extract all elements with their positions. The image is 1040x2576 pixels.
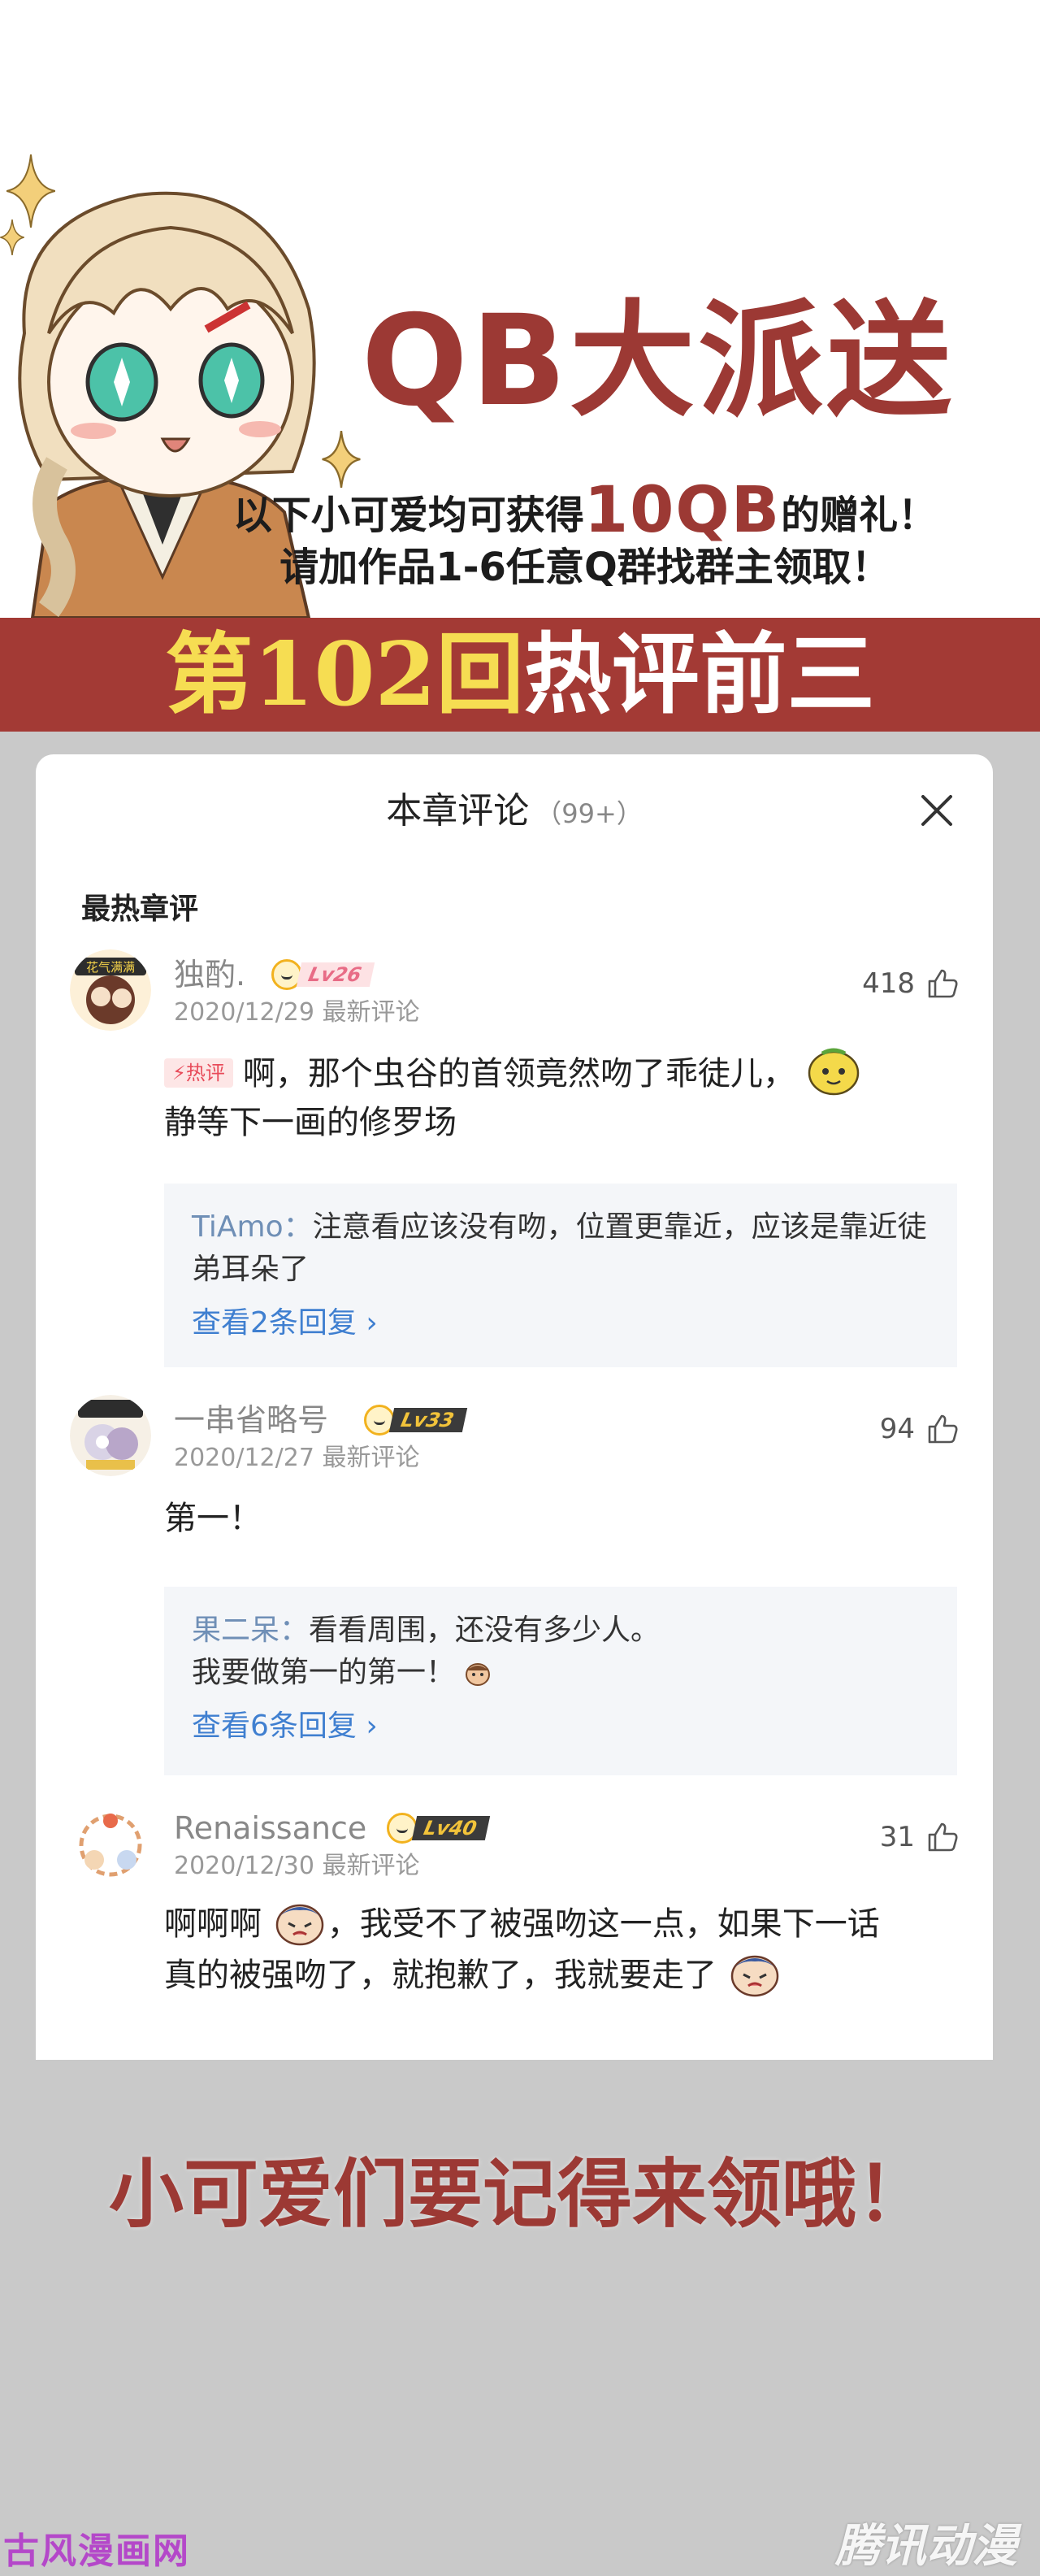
crying-face-emoji-icon — [275, 1904, 323, 1946]
avatar[interactable] — [70, 1803, 151, 1884]
level-text: Lv26 — [296, 962, 375, 987]
ranking-bar: 第102回热评前三 — [0, 618, 1040, 732]
view-replies-text: 查看2条回复 — [192, 1306, 357, 1340]
view-replies-text: 查看6条回复 — [192, 1709, 357, 1743]
reply-username[interactable]: TiAmo： — [192, 1210, 313, 1244]
panel-title-text: 本章评论 — [386, 790, 530, 832]
face-emoji-icon — [466, 1663, 491, 1686]
comment-username[interactable]: 一串省略号 — [174, 1400, 328, 1440]
comment-panel: 本章评论 （99+） 最热章评 花气满满 独酌. Lv26 2020/12/29 … — [36, 754, 993, 2060]
thumbs-up-icon — [928, 969, 958, 998]
level-text: Lv40 — [411, 1816, 491, 1840]
comment-body: 第一！ — [164, 1494, 968, 1543]
panel-header: 本章评论 （99+） — [36, 754, 993, 868]
reply-username[interactable]: 果二呆： — [192, 1614, 309, 1647]
comment-text: 啊，那个虫谷的首领竟然吻了乖徒儿， — [242, 1055, 795, 1093]
comment-body: 啊啊啊 ，我受不了被强吻这一点，如果下一话真的被强吻了，就抱歉了，我就要走了 — [164, 1897, 968, 2000]
level-text: Lv33 — [388, 1408, 468, 1432]
promo-subline-reward: 以下小可爱均可获得10QB的赠礼！ — [171, 479, 999, 546]
comment-date: 2020/12/30 最新评论 — [174, 1852, 420, 1880]
comment-text: 啊啊啊 — [164, 1905, 262, 1943]
panel-title: 本章评论 （99+） — [36, 785, 993, 840]
comment-item: 花气满满 独酌. Lv26 2020/12/29 最新评论 418 ⚡热评 啊，那… — [36, 949, 993, 1367]
section-label: 最热章评 — [81, 893, 199, 926]
comment-username[interactable]: Renaissance — [174, 1808, 366, 1848]
watermark-right: 腾讯动漫 — [835, 2520, 1017, 2573]
comment-item: 一串省略号 Lv33 2020/12/27 最新评论 94 第一！ 果二呆：看看… — [36, 1395, 993, 1775]
chevron-right-icon: › — [366, 1306, 378, 1340]
like-button[interactable]: 418 — [862, 967, 959, 1000]
like-button[interactable]: 94 — [880, 1413, 959, 1445]
promo-headline: QB大派送 — [361, 289, 956, 434]
reply-item-continued: 我要做第一的第一！ — [192, 1652, 930, 1694]
level-badge: Lv40 — [387, 1813, 491, 1844]
hot-comment-badge: ⚡热评 — [164, 1058, 233, 1088]
ranking-episode: 第102回 — [165, 623, 524, 726]
subline-prefix: 以下小可爱均可获得 — [232, 493, 584, 538]
comment-body: ⚡热评 啊，那个虫谷的首领竟然吻了乖徒儿， 静等下一画的修罗场 — [164, 1047, 968, 1147]
comment-date: 2020/12/29 最新评论 — [174, 998, 420, 1027]
like-button[interactable]: 31 — [880, 1821, 959, 1853]
thumbs-up-icon — [928, 1414, 958, 1444]
avatar[interactable] — [70, 1395, 151, 1476]
ranking-title: 第102回热评前三 — [0, 618, 1040, 732]
reply-text-continued: 我要做第一的第一！ — [192, 1656, 456, 1689]
comment-text: 第一！ — [164, 1500, 262, 1537]
reply-text: 看看周围，还没有多少人。 — [309, 1614, 661, 1647]
promo-subline-instructions: 请加作品1-6任意Q群找群主领取！ — [280, 545, 890, 590]
view-replies-link[interactable]: 查看2条回复 › — [192, 1302, 930, 1344]
reminder-text: 小可爱们要记得来领哦！ — [108, 2151, 931, 2238]
comment-item: Renaissance Lv40 2020/12/30 最新评论 31 啊啊啊 … — [36, 1803, 993, 2060]
watermark-left: 古风漫画网 — [3, 2530, 190, 2572]
view-replies-link[interactable]: 查看6条回复 › — [192, 1705, 930, 1748]
reward-amount: 10QB — [583, 474, 782, 547]
like-count: 31 — [879, 1821, 915, 1853]
reply-box: TiAmo：注意看应该没有吻，位置更靠近，应该是靠近徒弟耳朵了 查看2条回复 › — [164, 1184, 957, 1367]
reply-item: TiAmo：注意看应该没有吻，位置更靠近，应该是靠近徒弟耳朵了 — [192, 1206, 930, 1291]
thumbs-up-icon — [928, 1822, 958, 1852]
hot-badge-text: 热评 — [185, 1062, 225, 1084]
comment-count: （99+） — [535, 798, 643, 829]
comment-text-continued: 真的被强吻了，就抱歉了，我就要走了 — [164, 1957, 717, 1994]
like-count: 94 — [879, 1413, 915, 1445]
level-badge: Lv33 — [364, 1405, 468, 1436]
subline-suffix: 的赠礼！ — [781, 493, 938, 538]
reply-item: 果二呆：看看周围，还没有多少人。 — [192, 1609, 930, 1652]
like-count: 418 — [862, 967, 915, 1000]
lemon-face-emoji-icon — [808, 1048, 859, 1096]
reply-box: 果二呆：看看周围，还没有多少人。 我要做第一的第一！ 查看6条回复 › — [164, 1587, 957, 1775]
comment-date: 2020/12/27 最新评论 — [174, 1444, 420, 1472]
chevron-right-icon: › — [366, 1709, 378, 1743]
ranking-label: 热评前三 — [523, 623, 875, 726]
promo-banner: QB大派送 以下小可爱均可获得10QB的赠礼！ 请加作品1-6任意Q群找群主领取… — [0, 0, 1040, 732]
level-badge: Lv26 — [271, 959, 375, 990]
close-icon[interactable] — [916, 790, 957, 831]
comment-text-continued: 静等下一画的修罗场 — [164, 1104, 457, 1141]
comment-username[interactable]: 独酌. — [174, 954, 245, 995]
crying-face-emoji-icon — [730, 1955, 778, 1997]
avatar[interactable]: 花气满满 — [70, 949, 151, 1031]
comment-text-continued: ，我受不了被强吻这一点，如果下一话 — [327, 1905, 880, 1943]
avatar-badge: 花气满满 — [86, 960, 135, 975]
